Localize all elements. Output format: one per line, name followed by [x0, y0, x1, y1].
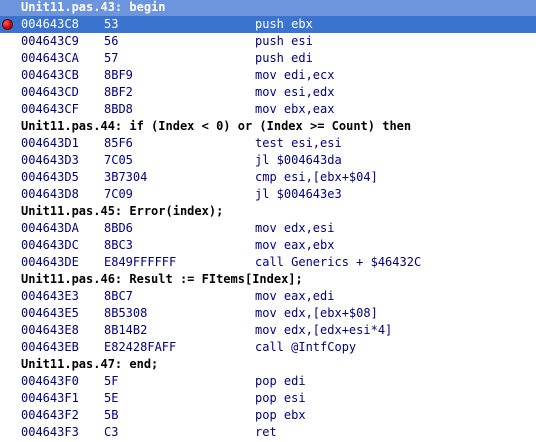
asm-line[interactable]: 004643CD 8BF2 mov esi,edx: [0, 84, 536, 101]
asm-bytes: 8BD8: [104, 102, 133, 116]
asm-line[interactable]: 004643E5 8B5308 mov edx,[ebx+$08]: [0, 305, 536, 322]
asm-line[interactable]: 004643D1 85F6 test esi,esi: [0, 135, 536, 152]
asm-line[interactable]: 004643DA 8BD6 mov edx,esi: [0, 220, 536, 237]
asm-instruction: push ebx: [255, 17, 313, 31]
asm-address: 004643D5: [21, 170, 79, 184]
asm-address: 004643CB: [21, 68, 79, 82]
disassembly-view[interactable]: Unit11.pas.43: begin Unit11.pas.44: if (I…: [0, 0, 536, 442]
asm-address: 004643F3: [21, 425, 79, 439]
asm-line[interactable]: 004643F1 5E pop esi: [0, 390, 536, 407]
asm-address: 004643C8: [21, 17, 79, 31]
source-line[interactable]: Unit11.pas.43: begin: [0, 0, 536, 16]
asm-address: 004643CD: [21, 85, 79, 99]
asm-instruction: cmp esi,[ebx+$04]: [255, 170, 378, 184]
asm-address: 004643CF: [21, 102, 79, 116]
asm-instruction: mov edx,esi: [255, 221, 335, 235]
source-line-text: Unit11.pas.45: Error(index);: [21, 204, 224, 218]
asm-bytes: 8BC7: [104, 289, 133, 303]
asm-instruction: ret: [255, 425, 277, 439]
asm-bytes: 8B14B2: [104, 323, 148, 337]
asm-address: 004643F0: [21, 374, 79, 388]
asm-address: 004643C9: [21, 34, 79, 48]
asm-bytes: 85F6: [104, 136, 133, 150]
breakpoint-icon[interactable]: [3, 20, 12, 29]
asm-instruction: pop esi: [255, 391, 306, 405]
asm-line[interactable]: 004643DC 8BC3 mov eax,ebx: [0, 237, 536, 254]
asm-line[interactable]: 004643F0 5F pop edi: [0, 373, 536, 390]
asm-line[interactable]: 004643E3 8BC7 mov eax,edi: [0, 288, 536, 305]
asm-line[interactable]: 004643D3 7C05 jl $004643da: [0, 152, 536, 169]
asm-address: 004643EB: [21, 340, 79, 354]
asm-line[interactable]: 004643F3 C3 ret: [0, 424, 536, 441]
asm-instruction: pop edi: [255, 374, 306, 388]
asm-bytes: E82428FAFF: [104, 340, 177, 354]
asm-instruction: jl $004643da: [255, 153, 342, 167]
asm-address: 004643DC: [21, 238, 79, 252]
source-line[interactable]: Unit11.pas.46: Result := FItems[Index];: [0, 271, 536, 288]
asm-bytes: 8BC3: [104, 238, 133, 252]
asm-instruction: push edi: [255, 51, 313, 65]
asm-bytes: 5E: [104, 391, 119, 405]
asm-instruction: call @IntfCopy: [255, 340, 357, 354]
asm-bytes: 8B5308: [104, 306, 148, 320]
asm-line[interactable]: 004643D8 7C09 jl $004643e3: [0, 186, 536, 203]
asm-address: 004643CA: [21, 51, 79, 65]
source-line-text: Unit11.pas.44: if (Index < 0) or (Index …: [21, 119, 412, 133]
asm-line[interactable]: 004643CB 8BF9 mov edi,ecx: [0, 67, 536, 84]
asm-address: 004643E8: [21, 323, 79, 337]
asm-bytes: 3B7304: [104, 170, 148, 184]
asm-bytes: 5B: [104, 408, 119, 422]
asm-bytes: C3: [104, 425, 119, 439]
asm-address: 004643D1: [21, 136, 79, 150]
asm-instruction: push esi: [255, 34, 313, 48]
asm-bytes: E849FFFFFF: [104, 255, 177, 269]
asm-address: 004643F1: [21, 391, 79, 405]
asm-address: 004643E3: [21, 289, 79, 303]
asm-line[interactable]: 004643DE E849FFFFFF call Generics + $46432…: [0, 254, 536, 271]
asm-instruction: mov esi,edx: [255, 85, 335, 99]
asm-line[interactable]: 004643C8 53 push ebx: [0, 16, 536, 33]
asm-instruction: pop ebx: [255, 408, 306, 422]
asm-bytes: 8BF2: [104, 85, 133, 99]
asm-instruction: test esi,esi: [255, 136, 342, 150]
asm-line[interactable]: 004643CF 8BD8 mov ebx,eax: [0, 101, 536, 118]
asm-bytes: 8BF9: [104, 68, 133, 82]
asm-address: 004643E5: [21, 306, 79, 320]
asm-address: 004643D8: [21, 187, 79, 201]
asm-address: 004643F2: [21, 408, 79, 422]
source-line[interactable]: Unit11.pas.45: Error(index);: [0, 203, 536, 220]
asm-line[interactable]: 004643EB E82428FAFF call @IntfCopy: [0, 339, 536, 356]
asm-instruction: jl $004643e3: [255, 187, 342, 201]
source-line-text: Unit11.pas.46: Result := FItems[Index];: [21, 272, 303, 286]
asm-instruction: mov eax,edi: [255, 289, 335, 303]
asm-bytes: 56: [104, 34, 119, 48]
asm-bytes: 7C05: [104, 153, 133, 167]
asm-line[interactable]: 004643F2 5B pop ebx: [0, 407, 536, 424]
asm-line[interactable]: 004643CA 57 push edi: [0, 50, 536, 67]
asm-bytes: 5F: [104, 374, 119, 388]
asm-instruction: mov edx,[ebx+$08]: [255, 306, 378, 320]
asm-instruction: mov eax,ebx: [255, 238, 335, 252]
asm-address: 004643DE: [21, 255, 79, 269]
asm-instruction: call Generics + $46432C: [255, 255, 422, 269]
asm-bytes: 7C09: [104, 187, 133, 201]
asm-instruction: mov edx,[edx+esi*4]: [255, 323, 393, 337]
asm-instruction: mov edi,ecx: [255, 68, 335, 82]
asm-instruction: mov ebx,eax: [255, 102, 335, 116]
source-line-text: Unit11.pas.43: begin: [21, 0, 166, 14]
asm-address: 004643DA: [21, 221, 79, 235]
source-line[interactable]: Unit11.pas.47: end;: [0, 356, 536, 373]
asm-line[interactable]: 004643C9 56 push esi: [0, 33, 536, 50]
asm-address: 004643D3: [21, 153, 79, 167]
source-line[interactable]: Unit11.pas.44: if (Index < 0) or (Index …: [0, 118, 536, 135]
asm-line[interactable]: 004643D5 3B7304 cmp esi,[ebx+$04]: [0, 169, 536, 186]
source-line-text: Unit11.pas.47: end;: [21, 357, 159, 371]
asm-bytes: 57: [104, 51, 119, 65]
asm-bytes: 53: [104, 17, 119, 31]
asm-bytes: 8BD6: [104, 221, 133, 235]
asm-line[interactable]: 004643E8 8B14B2 mov edx,[edx+esi*4]: [0, 322, 536, 339]
